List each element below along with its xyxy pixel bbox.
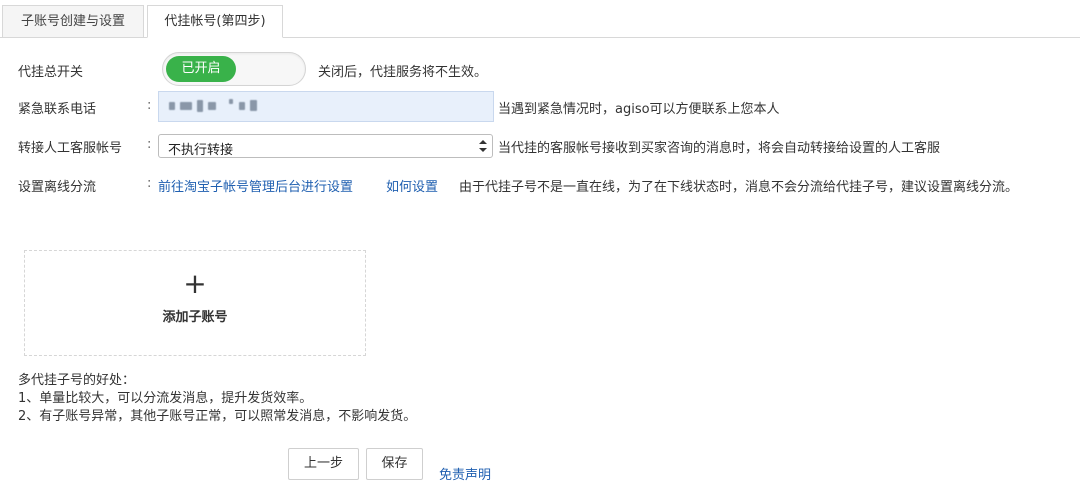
taobao-subaccount-admin-link[interactable]: 前往淘宝子帐号管理后台进行设置 [158, 176, 353, 195]
add-subaccount-card[interactable]: + 添加子账号 [24, 250, 366, 356]
tab-bar: 子账号创建与设置 代挂帐号(第四步) [0, 0, 1080, 38]
disclaimer-link[interactable]: 免责声明 [439, 464, 491, 483]
offline-hint: 由于代挂子号不是一直在线，为了在下线状态时，消息不会分流给代挂子号，建议设置离线… [459, 180, 1019, 195]
benefit-item: 2、有子账号异常，其他子账号正常，可以照常发消息，不影响发货。 [18, 409, 417, 424]
redacted-mark [180, 102, 192, 110]
toggle-label: 代挂总开关 [18, 65, 84, 80]
redacted-mark [239, 102, 245, 110]
transfer-label: 转接人工客服帐号 [18, 141, 123, 156]
benefits-title: 多代挂子号的好处： [18, 373, 136, 388]
offline-label: 设置离线分流 [18, 180, 97, 195]
emergency-phone-input[interactable] [158, 91, 494, 122]
save-button[interactable]: 保存 [366, 448, 423, 480]
prev-step-button[interactable]: 上一步 [288, 448, 359, 480]
redacted-mark [208, 102, 216, 110]
tab-subaccount-settings[interactable]: 子账号创建与设置 [2, 5, 144, 38]
tab-hosted-account[interactable]: 代挂帐号(第四步) [147, 5, 283, 38]
phone-hint: 当遇到紧急情况时，agiso可以方便联系上您本人 [498, 102, 780, 117]
add-subaccount-label: 添加子账号 [162, 310, 228, 325]
transfer-selected-value: 不执行转接 [168, 143, 234, 158]
redacted-mark [197, 100, 203, 112]
transfer-account-select[interactable]: 不执行转接 [158, 134, 493, 158]
phone-label: 紧急联系电话 [18, 102, 97, 117]
toggle-on-knob: 已开启 [166, 56, 236, 82]
phone-colon: : [147, 98, 152, 113]
transfer-hint: 当代挂的客服帐号接收到买家咨询的消息时，将会自动转接给设置的人工客服 [498, 141, 941, 156]
plus-icon: + [183, 267, 207, 300]
benefit-item: 1、单量比较大，可以分流发消息，提升发货效率。 [18, 391, 313, 406]
select-updown-icon [479, 140, 487, 152]
transfer-colon: : [147, 137, 152, 152]
redacted-mark [169, 102, 175, 110]
hosting-master-toggle[interactable]: 已开启 [162, 52, 306, 86]
benefits-notes: 多代挂子号的好处： 1、单量比较大，可以分流发消息，提升发货效率。 2、有子账号… [18, 372, 416, 426]
offline-colon: : [147, 176, 152, 191]
redacted-mark [250, 100, 257, 111]
toggle-hint: 关闭后，代挂服务将不生效。 [318, 65, 488, 80]
how-to-set-link[interactable]: 如何设置 [386, 176, 438, 195]
redacted-mark [229, 99, 233, 104]
